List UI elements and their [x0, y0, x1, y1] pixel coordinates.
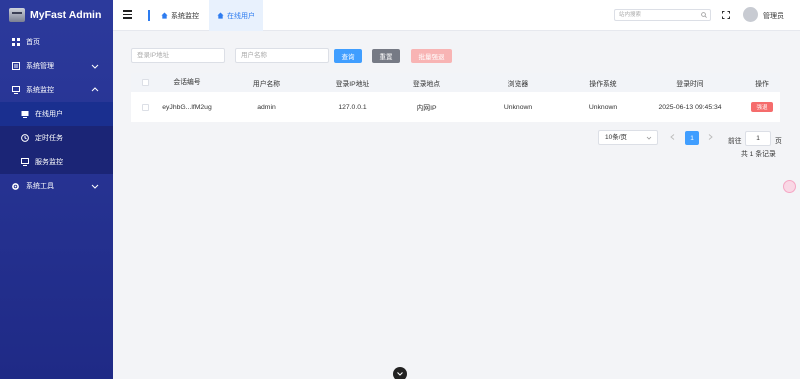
monitor-icon — [20, 158, 29, 167]
settings-panel-icon — [11, 62, 20, 71]
header-username: 用户名称 — [252, 80, 281, 88]
scroll-down-button[interactable] — [393, 367, 407, 379]
header-browser: 浏览器 — [507, 80, 529, 88]
header-os: 操作系统 — [589, 80, 617, 88]
goto-unit: 页 — [775, 138, 782, 145]
row-checkbox[interactable] — [131, 103, 159, 111]
sidebar-item-home[interactable]: 首页 — [0, 30, 113, 54]
page-size-value: 10条/页 — [605, 134, 628, 141]
header-session-id: 会话编号 — [173, 79, 201, 86]
online-users-icon — [20, 110, 29, 119]
header-login-ip: 登录IP地址 — [335, 80, 370, 88]
table-header: 会话编号 用户名称 登录IP地址 登录地点 浏览器 操作系统 登录时间 操作 — [131, 73, 780, 92]
cell-login-location: 内网IP — [416, 105, 437, 112]
chevron-up-icon — [91, 87, 99, 92]
chevron-down-icon — [397, 372, 403, 376]
cell-login-ip: 127.0.0.1 — [338, 103, 367, 111]
sidebar-item-label: 在线用户 — [35, 111, 63, 118]
fullscreen-icon[interactable] — [722, 11, 730, 19]
next-page-icon[interactable] — [708, 134, 713, 140]
sidebar-item-label: 服务监控 — [35, 159, 63, 166]
batch-force-logout-button[interactable]: 批量强退 — [411, 49, 452, 63]
tab-system-monitor[interactable]: 系统监控 — [161, 0, 199, 31]
cell-username: admin — [257, 103, 276, 111]
sidebar: MyFast Admin 首页 系统管理 系统监控 在线用户 定时任务 服务监控… — [0, 0, 113, 379]
tab-divider — [148, 10, 150, 21]
table-row: eyJhbG...lfM2ug admin 127.0.0.1 内网IP Unk… — [131, 92, 780, 122]
app-title: MyFast Admin — [30, 9, 102, 21]
sidebar-item-server-monitor[interactable]: 服务监控 — [0, 150, 113, 174]
force-logout-button[interactable]: 强退 — [751, 102, 773, 112]
chevron-down-icon — [646, 136, 652, 140]
login-ip-placeholder: 登录IP地址 — [137, 52, 170, 59]
avatar[interactable] — [743, 7, 758, 22]
sidebar-item-online-users[interactable]: 在线用户 — [0, 102, 113, 126]
sidebar-item-label: 首页 — [26, 39, 40, 46]
prev-page-icon[interactable] — [670, 134, 675, 140]
search-placeholder: 站内搜索 — [619, 12, 642, 18]
home-icon — [161, 12, 168, 19]
goto-page-input[interactable]: 1 — [745, 131, 771, 146]
username[interactable]: 管理员 — [763, 11, 784, 21]
cell-login-time: 2025-06-13 09:45:34 — [658, 103, 722, 111]
cell-browser: Unknown — [503, 103, 533, 111]
gear-icon — [11, 182, 20, 191]
top-header: 系统监控 在线用户 站内搜索 管理员 — [113, 0, 800, 31]
cell-os: Unknown — [588, 103, 618, 111]
sidebar-menu: 首页 系统管理 系统监控 在线用户 定时任务 服务监控 系统工具 — [0, 30, 113, 198]
username-placeholder: 用户名称 — [241, 52, 267, 59]
submenu-system-monitor: 在线用户 定时任务 服务监控 — [0, 102, 113, 174]
header-actions: 操作 — [755, 80, 769, 88]
monitor-icon — [11, 86, 20, 95]
header-login-time: 登录时间 — [676, 80, 704, 88]
username-input[interactable]: 用户名称 — [235, 48, 329, 63]
chevron-down-icon — [91, 184, 99, 189]
logo-icon — [9, 8, 25, 22]
sidebar-item-scheduled-tasks[interactable]: 定时任务 — [0, 126, 113, 150]
home-icon — [217, 12, 224, 19]
sidebar-item-label: 系统管理 — [26, 63, 54, 70]
login-ip-input[interactable]: 登录IP地址 — [131, 48, 225, 63]
clock-icon — [20, 134, 29, 143]
sidebar-item-label: 系统监控 — [26, 87, 54, 94]
sidebar-item-label: 系统工具 — [26, 183, 54, 190]
select-all-checkbox[interactable] — [131, 79, 159, 86]
brand[interactable]: MyFast Admin — [0, 0, 113, 30]
sidebar-item-system-monitor[interactable]: 系统监控 — [0, 78, 113, 102]
online-users-table: 会话编号 用户名称 登录IP地址 登录地点 浏览器 操作系统 登录时间 操作 e… — [131, 73, 780, 122]
total-records: 共 1 条记录 — [741, 151, 776, 158]
goto-label: 前往 — [728, 138, 742, 145]
cell-session-id: eyJhbG...lfM2ug — [162, 103, 212, 111]
grid-icon — [11, 38, 20, 47]
sidebar-item-system-management[interactable]: 系统管理 — [0, 54, 113, 78]
tab-online-users[interactable]: 在线用户 — [209, 0, 263, 31]
tab-label: 在线用户 — [227, 12, 255, 20]
cell-actions: 强退 — [744, 102, 780, 112]
header-login-location: 登录地点 — [412, 80, 441, 88]
site-search-input[interactable]: 站内搜索 — [614, 9, 711, 21]
sidebar-item-system-tools[interactable]: 系统工具 — [0, 174, 113, 198]
sidebar-item-label: 定时任务 — [35, 135, 63, 142]
page-number-button[interactable]: 1 — [685, 131, 699, 145]
query-button[interactable]: 查询 — [334, 49, 362, 63]
page-size-select[interactable]: 10条/页 — [598, 130, 658, 145]
chevron-down-icon — [91, 64, 99, 69]
hamburger-menu-icon[interactable] — [123, 10, 132, 19]
search-icon[interactable] — [701, 12, 707, 18]
tab-label: 系统监控 — [171, 12, 199, 20]
floating-assistant-icon[interactable] — [783, 180, 796, 193]
reset-button[interactable]: 重置 — [372, 49, 400, 63]
